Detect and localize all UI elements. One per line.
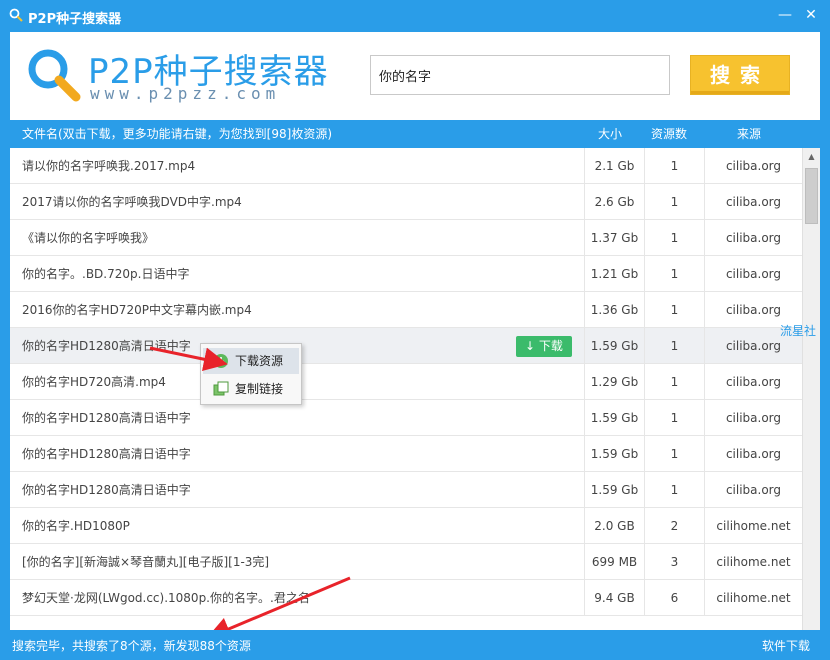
table-row[interactable]: 梦幻天堂·龙网(LWgod.cc).1080p.你的名字。.君之名 9.4 GB 6… <box>10 580 802 616</box>
minimize-button[interactable]: — <box>776 6 794 24</box>
row-resource-count: 1 <box>644 436 704 472</box>
copy-icon <box>213 381 229 396</box>
row-file-name: 请以你的名字呼唤我.2017.mp4 <box>22 159 196 173</box>
menu-item-download-label: 下载资源 <box>235 354 284 368</box>
row-file-name: 2017请以你的名字呼唤我DVD中字.mp4 <box>22 195 242 209</box>
title-bar: P2P种子搜索器 — ✕ <box>0 0 830 32</box>
menu-item-download[interactable]: 下载资源 <box>203 348 299 374</box>
row-size: 1.59 Gb <box>584 400 644 436</box>
row-size: 2.6 Gb <box>584 184 644 220</box>
column-header-name[interactable]: 文件名(双击下载，更多功能请右键，为您找到[98]枚资源) <box>22 125 332 142</box>
row-size: 2.1 Gb <box>584 148 644 184</box>
row-resource-count: 1 <box>644 364 704 400</box>
table-row[interactable]: [你的名字][新海誠×琴音蘭丸][电子版][1-3完] 699 MB 3 ciliho… <box>10 544 802 580</box>
row-file-name: 你的名字HD1280高清日语中字 <box>22 483 191 497</box>
row-source: cilihome.net <box>704 580 802 616</box>
app-window: P2P种子搜索器 — ✕ P2P种子搜索器 www.p2pzz.com 搜索 文… <box>0 0 830 660</box>
status-text: 搜索完毕，共搜索了8个源，新发现88个资源 <box>12 639 251 653</box>
row-file-name: [你的名字][新海誠×琴音蘭丸][电子版][1-3完] <box>22 555 270 569</box>
table-row[interactable]: 你的名字HD720高清.mp4 1.29 Gb 1 ciliba.org <box>10 364 802 400</box>
search-input[interactable] <box>370 55 670 95</box>
menu-item-copy-link-label: 复制链接 <box>235 382 284 396</box>
close-button[interactable]: ✕ <box>802 6 820 24</box>
row-resource-count: 3 <box>644 544 704 580</box>
row-size: 1.36 Gb <box>584 292 644 328</box>
row-download-button[interactable]: ↓ 下载 <box>516 336 572 357</box>
row-size: 9.4 GB <box>584 580 644 616</box>
row-resource-count: 1 <box>644 472 704 508</box>
row-size: 1.59 Gb <box>584 436 644 472</box>
row-size: 1.37 Gb <box>584 220 644 256</box>
status-bar: 搜索完毕，共搜索了8个源，新发现88个资源 软件下载 <box>0 630 830 660</box>
scrollbar-thumb[interactable] <box>805 168 818 224</box>
row-file-name: 2016你的名字HD720P中文字幕内嵌.mp4 <box>22 303 252 317</box>
header: P2P种子搜索器 www.p2pzz.com 搜索 <box>10 32 820 120</box>
row-file-name: 你的名字HD720高清.mp4 <box>22 375 166 389</box>
row-source: ciliba.org <box>704 436 802 472</box>
row-source: cilihome.net <box>704 544 802 580</box>
row-source: ciliba.org <box>704 472 802 508</box>
row-source: ciliba.org <box>704 184 802 220</box>
row-resource-count: 1 <box>644 400 704 436</box>
row-source: ciliba.org <box>704 148 802 184</box>
magnifier-logo-icon <box>28 49 81 102</box>
logo-url: www.p2pzz.com <box>90 84 281 103</box>
column-header-source[interactable]: 来源 <box>737 125 761 142</box>
row-resource-count: 6 <box>644 580 704 616</box>
column-header-count[interactable]: 资源数 <box>651 125 687 142</box>
table-row[interactable]: 请以你的名字呼唤我.2017.mp4 2.1 Gb 1 ciliba.org <box>10 148 802 184</box>
table-header: 文件名(双击下载，更多功能请右键，为您找到[98]枚资源) 大小 资源数 来源 <box>10 120 820 146</box>
row-resource-count: 1 <box>644 292 704 328</box>
row-source: ciliba.org <box>704 220 802 256</box>
table-row[interactable]: 你的名字HD1280高清日语中字 1.59 Gb 1 ciliba.org <box>10 436 802 472</box>
watermark-text: 流星社 <box>780 324 817 338</box>
table-row[interactable]: 你的名字HD1280高清日语中字 1.59 Gb 1 ciliba.org <box>10 472 802 508</box>
row-file-name: 梦幻天堂·龙网(LWgod.cc).1080p.你的名字。.君之名 <box>22 591 310 605</box>
row-file-name: 你的名字HD1280高清日语中字 <box>22 339 191 353</box>
download-arrow-icon: ↓ <box>525 339 539 353</box>
table-row[interactable]: 你的名字HD1280高清日语中字 1.59 Gb 1 ciliba.org ↓ 下载 <box>10 328 802 364</box>
row-file-name: 你的名字。.BD.720p.日语中字 <box>22 267 190 281</box>
row-size: 1.21 Gb <box>584 256 644 292</box>
context-menu: 下载资源 复制链接 <box>200 343 302 405</box>
row-file-name: 你的名字HD1280高清日语中字 <box>22 447 191 461</box>
row-source: cilihome.net <box>704 508 802 544</box>
scroll-up-icon[interactable]: ▲ <box>803 148 820 165</box>
row-resource-count: 1 <box>644 220 704 256</box>
row-source: ciliba.org <box>704 364 802 400</box>
software-download-link[interactable]: 软件下载 <box>762 637 810 654</box>
row-source: ciliba.org <box>704 256 802 292</box>
row-size: 2.0 GB <box>584 508 644 544</box>
row-size: 1.59 Gb <box>584 328 644 364</box>
row-file-name: 《请以你的名字呼唤我》 <box>22 231 155 245</box>
row-file-name: 你的名字HD1280高清日语中字 <box>22 411 191 425</box>
table-row[interactable]: 你的名字.HD1080P 2.0 GB 2 cilihome.net <box>10 508 802 544</box>
menu-item-copy-link[interactable]: 复制链接 <box>203 376 299 402</box>
row-size: 1.29 Gb <box>584 364 644 400</box>
row-file-name: 你的名字.HD1080P <box>22 519 130 533</box>
download-icon <box>214 354 228 368</box>
row-resource-count: 1 <box>644 184 704 220</box>
row-resource-count: 1 <box>644 256 704 292</box>
row-size: 1.59 Gb <box>584 472 644 508</box>
row-resource-count: 1 <box>644 148 704 184</box>
results-table: 请以你的名字呼唤我.2017.mp4 2.1 Gb 1 ciliba.org 2017请… <box>10 148 820 630</box>
table-row[interactable]: 2017请以你的名字呼唤我DVD中字.mp4 2.6 Gb 1 ciliba.org <box>10 184 802 220</box>
vertical-scrollbar[interactable]: ▲ <box>802 148 820 630</box>
row-download-label: 下载 <box>538 339 563 353</box>
table-row[interactable]: 2016你的名字HD720P中文字幕内嵌.mp4 1.36 Gb 1 ciliba.o… <box>10 292 802 328</box>
row-size: 699 MB <box>584 544 644 580</box>
row-resource-count: 1 <box>644 328 704 364</box>
table-row[interactable]: 你的名字HD1280高清日语中字 1.59 Gb 1 ciliba.org <box>10 400 802 436</box>
table-row[interactable]: 《请以你的名字呼唤我》 1.37 Gb 1 ciliba.org <box>10 220 802 256</box>
window-title: P2P种子搜索器 <box>28 12 122 27</box>
column-header-size[interactable]: 大小 <box>598 125 622 142</box>
table-row[interactable]: 你的名字。.BD.720p.日语中字 1.21 Gb 1 ciliba.org <box>10 256 802 292</box>
row-source: ciliba.org <box>704 400 802 436</box>
search-button[interactable]: 搜索 <box>690 55 790 95</box>
app-logo-icon <box>9 8 23 22</box>
row-resource-count: 2 <box>644 508 704 544</box>
